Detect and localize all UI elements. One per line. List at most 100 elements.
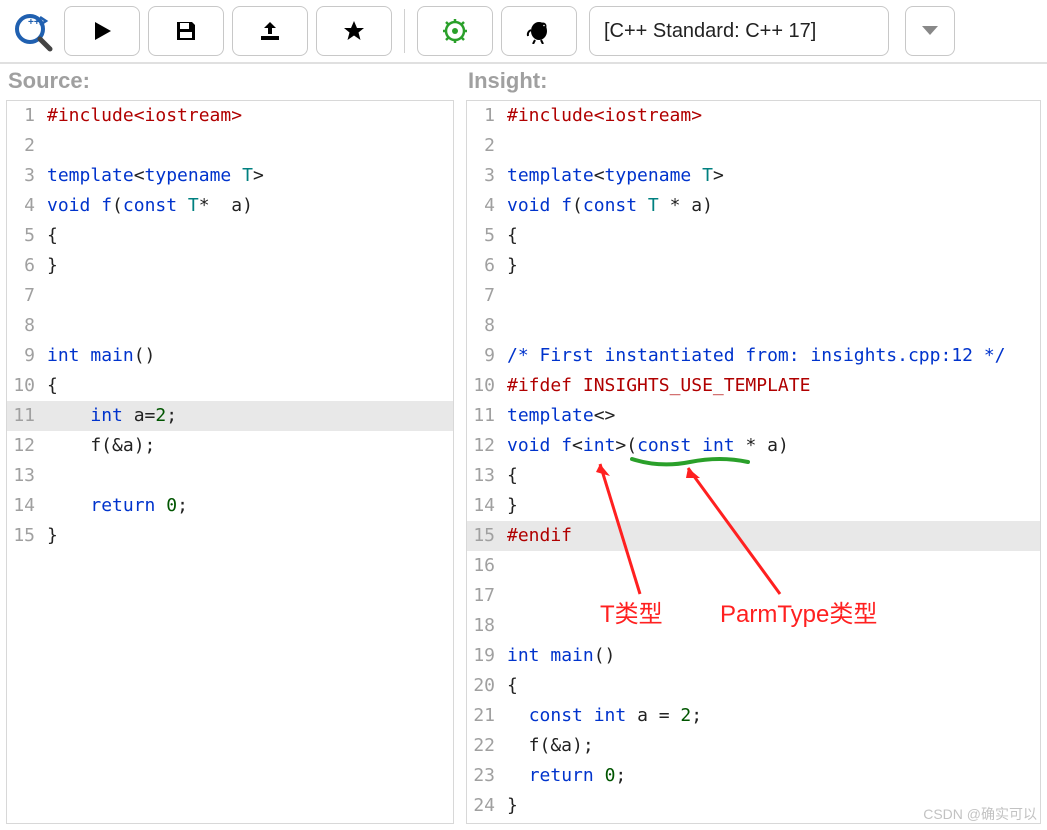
code-line[interactable]: 21 const int a = 2; — [467, 701, 1040, 731]
code-content[interactable]: f(&a); — [503, 731, 1040, 761]
code-content[interactable] — [43, 311, 453, 341]
code-content[interactable]: const int a = 2; — [503, 701, 1040, 731]
code-content[interactable]: /* First instantiated from: insights.cpp… — [503, 341, 1040, 371]
code-line[interactable]: 5{ — [7, 221, 453, 251]
code-line[interactable]: 19int main() — [467, 641, 1040, 671]
code-line[interactable]: 4void f(const T * a) — [467, 191, 1040, 221]
code-content[interactable]: template<> — [503, 401, 1040, 431]
code-line[interactable]: 9int main() — [7, 341, 453, 371]
code-line[interactable]: 16 — [467, 551, 1040, 581]
cpp-standard-select[interactable]: [C++ Standard: C++ 17] — [589, 6, 889, 56]
code-content[interactable]: } — [503, 491, 1040, 521]
code-line[interactable]: 2 — [467, 131, 1040, 161]
code-line[interactable]: 20{ — [467, 671, 1040, 701]
line-number: 1 — [467, 101, 503, 131]
code-content[interactable]: { — [43, 221, 453, 251]
line-number: 10 — [467, 371, 503, 401]
code-content[interactable]: #ifdef INSIGHTS_USE_TEMPLATE — [503, 371, 1040, 401]
code-line[interactable]: 10{ — [7, 371, 453, 401]
code-content[interactable]: void f(const T * a) — [503, 191, 1040, 221]
code-line[interactable]: 6} — [467, 251, 1040, 281]
code-line[interactable]: 9/* First instantiated from: insights.cp… — [467, 341, 1040, 371]
code-content[interactable] — [43, 281, 453, 311]
code-line[interactable]: 1#include<iostream> — [7, 101, 453, 131]
line-number: 14 — [467, 491, 503, 521]
code-content[interactable] — [503, 311, 1040, 341]
code-line[interactable]: 13{ — [467, 461, 1040, 491]
code-line[interactable]: 14 return 0; — [7, 491, 453, 521]
code-line[interactable]: 12 f(&a); — [7, 431, 453, 461]
code-line[interactable]: 10#ifdef INSIGHTS_USE_TEMPLATE — [467, 371, 1040, 401]
code-line[interactable]: 17 — [467, 581, 1040, 611]
code-content[interactable]: template<typename T> — [503, 161, 1040, 191]
code-content[interactable]: } — [43, 251, 453, 281]
code-line[interactable]: 18 — [467, 611, 1040, 641]
source-editor[interactable]: 1#include<iostream>23template<typename T… — [6, 100, 454, 824]
code-content[interactable]: #include<iostream> — [43, 101, 453, 131]
code-content[interactable]: return 0; — [43, 491, 453, 521]
insight-editor[interactable]: 1#include<iostream>23template<typename T… — [466, 100, 1041, 824]
code-content[interactable]: template<typename T> — [43, 161, 453, 191]
code-line[interactable]: 7 — [467, 281, 1040, 311]
star-button[interactable] — [316, 6, 392, 56]
code-content[interactable] — [503, 131, 1040, 161]
code-line[interactable]: 8 — [7, 311, 453, 341]
code-content[interactable] — [503, 611, 1040, 641]
code-line[interactable]: 15#endif — [467, 521, 1040, 551]
code-content[interactable] — [503, 581, 1040, 611]
line-number: 14 — [7, 491, 43, 521]
code-content[interactable]: void f<int>(const int * a) — [503, 431, 1040, 461]
code-line[interactable]: 14} — [467, 491, 1040, 521]
code-line[interactable]: 7 — [7, 281, 453, 311]
line-number: 7 — [7, 281, 43, 311]
code-line[interactable]: 11 int a=2; — [7, 401, 453, 431]
code-content[interactable]: f(&a); — [43, 431, 453, 461]
code-content[interactable]: #endif — [503, 521, 1040, 551]
code-content[interactable]: { — [503, 461, 1040, 491]
code-line[interactable]: 3template<typename T> — [467, 161, 1040, 191]
code-content[interactable]: #include<iostream> — [503, 101, 1040, 131]
code-content[interactable] — [43, 461, 453, 491]
line-number: 19 — [467, 641, 503, 671]
code-content[interactable]: int main() — [43, 341, 453, 371]
code-line[interactable]: 4void f(const T* a) — [7, 191, 453, 221]
bird-button[interactable] — [501, 6, 577, 56]
dropdown-caret-button[interactable] — [905, 6, 955, 56]
line-number: 21 — [467, 701, 503, 731]
code-line[interactable]: 2 — [7, 131, 453, 161]
code-content[interactable] — [503, 551, 1040, 581]
code-line[interactable]: 3template<typename T> — [7, 161, 453, 191]
code-content[interactable]: { — [503, 671, 1040, 701]
code-line[interactable]: 23 return 0; — [467, 761, 1040, 791]
code-line[interactable]: 12void f<int>(const int * a) — [467, 431, 1040, 461]
code-line[interactable]: 13 — [7, 461, 453, 491]
code-content[interactable]: int main() — [503, 641, 1040, 671]
line-number: 6 — [467, 251, 503, 281]
toolbar-separator — [404, 9, 405, 53]
code-content[interactable]: } — [503, 251, 1040, 281]
code-content[interactable]: return 0; — [503, 761, 1040, 791]
code-line[interactable]: 1#include<iostream> — [467, 101, 1040, 131]
code-line[interactable]: 22 f(&a); — [467, 731, 1040, 761]
code-content[interactable]: { — [43, 371, 453, 401]
code-content[interactable]: } — [43, 521, 453, 551]
code-content[interactable] — [503, 281, 1040, 311]
code-content[interactable] — [43, 131, 453, 161]
line-number: 8 — [7, 311, 43, 341]
code-line[interactable]: 8 — [467, 311, 1040, 341]
code-content[interactable]: { — [503, 221, 1040, 251]
line-number: 4 — [467, 191, 503, 221]
panes-container: Source: 1#include<iostream>23template<ty… — [0, 64, 1047, 830]
run-button[interactable] — [64, 6, 140, 56]
line-number: 17 — [467, 581, 503, 611]
settings-gear-button[interactable] — [417, 6, 493, 56]
code-line[interactable]: 11template<> — [467, 401, 1040, 431]
save-button[interactable] — [148, 6, 224, 56]
code-line[interactable]: 15} — [7, 521, 453, 551]
line-number: 1 — [7, 101, 43, 131]
code-line[interactable]: 6} — [7, 251, 453, 281]
code-line[interactable]: 5{ — [467, 221, 1040, 251]
code-content[interactable]: void f(const T* a) — [43, 191, 453, 221]
upload-button[interactable] — [232, 6, 308, 56]
code-content[interactable]: int a=2; — [43, 401, 453, 431]
